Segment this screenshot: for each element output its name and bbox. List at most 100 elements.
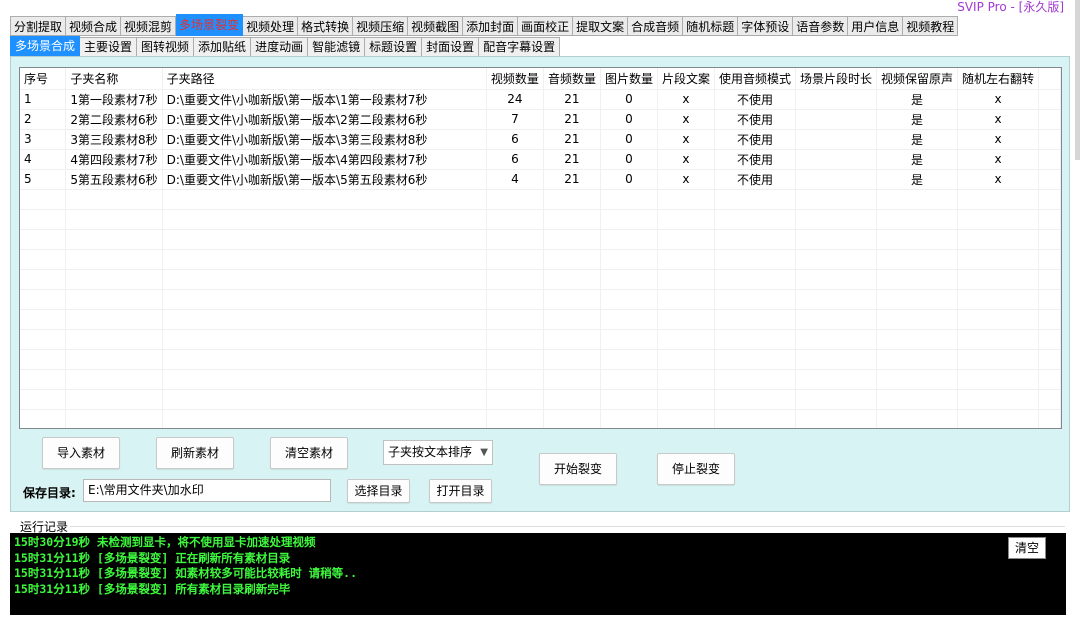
table-cell xyxy=(486,269,544,290)
open-dir-button[interactable]: 打开目录 xyxy=(429,479,492,503)
tab-sub-8[interactable]: 配音字幕设置 xyxy=(479,37,561,57)
tab-sub-5[interactable]: 智能滤镜 xyxy=(308,37,366,57)
table-cell: D:\重要文件\小咖新版\第一版本\5第五段素材6秒 xyxy=(162,169,487,190)
tab-main-10[interactable]: 提取文案 xyxy=(573,16,629,36)
table-row[interactable] xyxy=(20,289,1061,310)
table-row[interactable] xyxy=(20,209,1061,230)
table-cell xyxy=(20,209,67,230)
tab-main-14[interactable]: 语音参数 xyxy=(793,16,849,36)
clear-material-button[interactable]: 清空素材 xyxy=(270,437,348,469)
table-row[interactable]: 2 2第二段素材6秒 D:\重要文件\小咖新版\第一版本\2第二段素材6秒 7 21 0 x… xyxy=(20,109,1061,130)
tab-main-13[interactable]: 字体预设 xyxy=(738,16,794,36)
column-header[interactable]: 子夹名称 xyxy=(65,68,163,90)
column-header-filler xyxy=(1038,68,1061,90)
material-grid[interactable]: 序号 子夹名称 子夹路径 视频数量 音频数量 图片数量 片段文案 使用音频模式 场景片段时长 视频… xyxy=(19,67,1062,429)
table-cell xyxy=(1038,89,1061,110)
choose-dir-button[interactable]: 选择目录 xyxy=(347,479,410,503)
table-row[interactable] xyxy=(20,389,1061,410)
tab-sub-0[interactable]: 多场景合成 xyxy=(10,36,81,57)
save-dir-input[interactable]: E:\常用文件夹\加水印 xyxy=(83,479,331,502)
tab-main-12[interactable]: 随机标题 xyxy=(683,16,739,36)
table-row[interactable] xyxy=(20,329,1061,350)
tab-main-0[interactable]: 分割提取 xyxy=(10,16,67,36)
tab-sub-1[interactable]: 主要设置 xyxy=(80,37,138,57)
tab-main-1[interactable]: 视频合成 xyxy=(66,16,122,36)
table-cell: 24 xyxy=(486,89,544,110)
import-material-button[interactable]: 导入素材 xyxy=(42,437,120,469)
tab-main-11[interactable]: 合成音频 xyxy=(628,16,684,36)
table-row[interactable] xyxy=(20,269,1061,290)
log-console[interactable]: 15时30分19秒 未检测到显卡，将不使用显卡加速处理视频 15时31分11秒 … xyxy=(10,533,1066,615)
clear-log-button[interactable]: 清空 xyxy=(1008,537,1046,559)
table-cell xyxy=(1038,109,1061,130)
refresh-material-button[interactable]: 刷新素材 xyxy=(156,437,234,469)
table-row[interactable]: 5 5第五段素材6秒 D:\重要文件\小咖新版\第一版本\5第五段素材6秒 4 21 0 x… xyxy=(20,169,1061,190)
table-cell xyxy=(795,109,878,130)
table-cell xyxy=(795,209,878,230)
table-row[interactable] xyxy=(20,189,1061,210)
sort-select[interactable]: 子夹按文本排序 ▼ xyxy=(383,440,493,465)
column-header[interactable]: 视频数量 xyxy=(486,68,544,90)
tab-sub-7[interactable]: 封面设置 xyxy=(422,37,480,57)
table-cell xyxy=(957,189,1040,210)
tab-main-3[interactable]: 多场景裂变 xyxy=(176,14,244,36)
table-row[interactable] xyxy=(20,369,1061,390)
tab-main-15[interactable]: 用户信息 xyxy=(848,16,904,36)
tab-main-8[interactable]: 添加封面 xyxy=(463,16,519,36)
table-cell xyxy=(657,409,715,428)
column-header[interactable]: 音频数量 xyxy=(543,68,601,90)
column-header[interactable]: 随机左右翻转 xyxy=(957,68,1040,90)
column-header[interactable]: 场景片段时长 xyxy=(795,68,878,90)
table-cell: 2 xyxy=(20,109,67,130)
column-header[interactable]: 序号 xyxy=(20,68,67,90)
table-row[interactable] xyxy=(20,349,1061,370)
tab-sub-4[interactable]: 进度动画 xyxy=(251,37,309,57)
tab-main-16[interactable]: 视频教程 xyxy=(903,16,959,36)
table-cell xyxy=(162,269,487,290)
table-row[interactable] xyxy=(20,409,1061,428)
table-cell xyxy=(957,389,1040,410)
start-fission-button[interactable]: 开始裂变 xyxy=(539,453,617,485)
table-cell xyxy=(543,289,601,310)
start-fission-label: 开始裂变 xyxy=(553,462,602,476)
column-header[interactable]: 片段文案 xyxy=(657,68,715,90)
table-row[interactable] xyxy=(20,229,1061,250)
table-cell xyxy=(162,349,487,370)
stop-fission-button[interactable]: 停止裂变 xyxy=(657,453,735,485)
table-row[interactable]: 1 1第一段素材7秒 D:\重要文件\小咖新版\第一版本\1第一段素材7秒 24 21 0… xyxy=(20,89,1061,110)
tab-main-2[interactable]: 视频混剪 xyxy=(121,16,177,36)
table-cell xyxy=(20,329,67,350)
tab-sub-3[interactable]: 添加贴纸 xyxy=(194,37,252,57)
table-cell xyxy=(795,249,878,270)
table-cell xyxy=(957,409,1040,428)
table-cell xyxy=(795,269,878,290)
table-cell xyxy=(65,409,163,428)
table-row[interactable]: 3 3第三段素材8秒 D:\重要文件\小咖新版\第一版本\3第三段素材8秒 6 21 0 x… xyxy=(20,129,1061,150)
tab-sub-2[interactable]: 图转视频 xyxy=(137,37,195,57)
column-header[interactable]: 子夹路径 xyxy=(162,68,487,90)
table-cell xyxy=(657,349,715,370)
table-cell xyxy=(65,329,163,350)
table-cell xyxy=(65,289,163,310)
table-cell xyxy=(600,369,658,390)
window-scrollbar[interactable] xyxy=(1075,0,1080,160)
tab-main-7[interactable]: 视频截图 xyxy=(408,16,464,36)
table-cell: 7 xyxy=(486,109,544,130)
column-header[interactable]: 使用音频模式 xyxy=(714,68,797,90)
table-cell xyxy=(714,289,797,310)
table-cell xyxy=(1038,249,1061,270)
table-cell: 21 xyxy=(543,109,601,130)
tab-sub-6[interactable]: 标题设置 xyxy=(365,37,423,57)
table-row[interactable]: 4 4第四段素材7秒 D:\重要文件\小咖新版\第一版本\4第四段素材7秒 6 21 0 x… xyxy=(20,149,1061,170)
tab-main-6[interactable]: 视频压缩 xyxy=(353,16,409,36)
table-cell: 1第一段素材7秒 xyxy=(65,89,163,110)
column-header[interactable]: 图片数量 xyxy=(600,68,658,90)
column-header[interactable]: 视频保留原声 xyxy=(876,68,959,90)
table-cell xyxy=(795,389,878,410)
table-row[interactable] xyxy=(20,309,1061,330)
tab-main-4[interactable]: 视频处理 xyxy=(243,16,299,36)
table-row[interactable] xyxy=(20,249,1061,270)
table-cell xyxy=(795,369,878,390)
tab-main-5[interactable]: 格式转换 xyxy=(298,16,354,36)
tab-main-9[interactable]: 画面校正 xyxy=(518,16,574,36)
